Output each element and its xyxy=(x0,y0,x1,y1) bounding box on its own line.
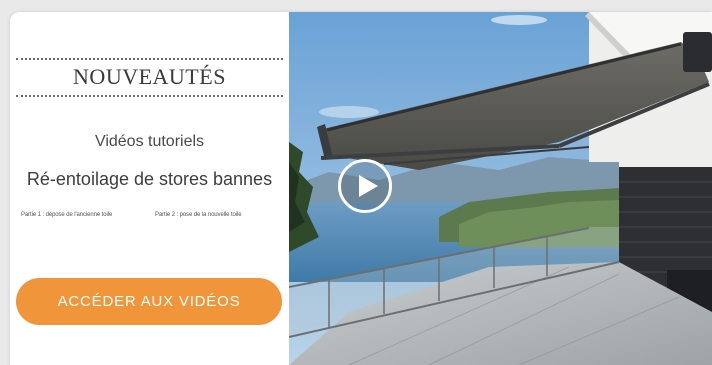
access-videos-button[interactable]: ACCÉDER AUX VIDÉOS xyxy=(16,278,282,325)
dotted-divider-bottom xyxy=(16,95,283,97)
subtitle: Vidéos tutoriels xyxy=(94,133,205,150)
part-2-label: Partie 2 : pose de la nouvelle toile xyxy=(155,212,242,218)
promo-card: NOUVEAUTÉS Vidéos tutoriels Ré-entoilage… xyxy=(10,12,712,365)
dotted-divider-top xyxy=(16,58,283,60)
video-thumbnail[interactable] xyxy=(289,12,712,365)
headline: Ré-entoilage de stores bannes xyxy=(26,169,273,189)
play-button[interactable] xyxy=(338,159,392,213)
part-1-label: Partie 1 : dépose de l'ancienne toile xyxy=(21,212,113,218)
section-heading: NOUVEAUTÉS xyxy=(73,64,226,89)
promo-text-panel: NOUVEAUTÉS Vidéos tutoriels Ré-entoilage… xyxy=(10,12,289,365)
play-icon xyxy=(359,175,378,197)
